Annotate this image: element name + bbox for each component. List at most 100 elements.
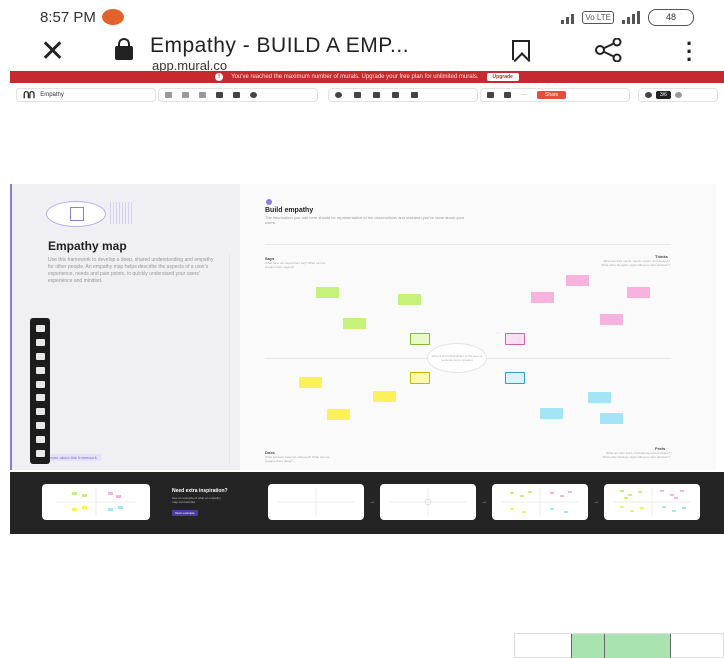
- people-icon[interactable]: [373, 92, 380, 98]
- sticky-note[interactable]: [316, 287, 339, 298]
- sticky-note[interactable]: [588, 392, 611, 403]
- sticky-note[interactable]: [343, 318, 366, 329]
- connector-icon[interactable]: [35, 380, 45, 388]
- page-title: Empathy - BUILD A EMP...: [150, 34, 410, 57]
- open-example-button[interactable]: Open example: [172, 510, 198, 516]
- warning-icon: !: [215, 73, 224, 81]
- does-desc: What behavior have we observed? What can…: [265, 455, 330, 463]
- share-group: ··· Share: [480, 88, 630, 102]
- more-icon[interactable]: · · ·: [686, 33, 693, 71]
- notification-icon: [101, 9, 124, 25]
- mural-toolbar: ՈՈ Empathy ··· Share 3/6: [10, 86, 724, 104]
- share-icon[interactable]: [594, 37, 624, 63]
- minimap-viewport[interactable]: [571, 634, 671, 658]
- minimap-divider: [604, 634, 605, 658]
- limit-banner: ! You've reached the maximum number of m…: [10, 71, 724, 83]
- strip-title: Need extra inspiration?: [172, 488, 228, 494]
- avatar[interactable]: [674, 92, 682, 98]
- empathy-illustration: [46, 201, 106, 227]
- sticky-note[interactable]: [327, 409, 350, 420]
- panel-title: Empathy map: [48, 239, 127, 253]
- overflow-icon[interactable]: ···: [521, 92, 527, 98]
- panel-body: Use this framework to develop a deep, sh…: [48, 257, 214, 284]
- sticky-note-icon[interactable]: [35, 325, 45, 333]
- share-button[interactable]: Share: [537, 91, 567, 99]
- image-icon[interactable]: [35, 394, 45, 402]
- timer-tool-icon[interactable]: [335, 92, 342, 98]
- shapes-icon[interactable]: [35, 352, 45, 360]
- timer-icon[interactable]: [216, 92, 223, 98]
- browser-header: ✕ Empathy - BUILD A EMP... app.mural.co …: [0, 33, 724, 74]
- dot-pattern: [110, 202, 132, 224]
- close-icon[interactable]: ✕: [40, 37, 65, 67]
- member-count[interactable]: 3/6: [656, 91, 671, 99]
- arrow-right-icon: →: [593, 499, 599, 505]
- cursor-icon[interactable]: [392, 92, 399, 98]
- table-icon[interactable]: [35, 421, 45, 429]
- section-badge-icon: [266, 199, 272, 205]
- search-icon[interactable]: [250, 92, 257, 98]
- board-title: Build empathy: [265, 207, 314, 214]
- signal-strength-icon: [622, 10, 640, 24]
- lock-area-icon[interactable]: [411, 92, 418, 98]
- sticky-note[interactable]: [600, 413, 623, 424]
- thinks-desc: What are their wants, needs, hopes, and …: [601, 259, 670, 267]
- mural-logo-icon: ՈՈ: [23, 89, 35, 100]
- banner-message: You've reached the maximum number of mur…: [231, 74, 479, 80]
- help-icon[interactable]: [645, 92, 652, 98]
- vertical-divider: [229, 254, 230, 464]
- sticky-note[interactable]: [373, 391, 396, 402]
- step-thumbnail-1[interactable]: [268, 484, 364, 520]
- video-icon[interactable]: [35, 449, 45, 457]
- step-thumbnail-3[interactable]: [492, 484, 588, 520]
- text-icon[interactable]: [35, 339, 45, 347]
- step-thumbnail-4[interactable]: [604, 484, 700, 520]
- collab-tools-group: [328, 88, 478, 102]
- minimap[interactable]: [514, 633, 724, 658]
- status-icons: Vo LTE 48: [561, 8, 694, 26]
- status-time: 8:57 PM: [40, 9, 124, 26]
- board-subtitle: The information you add here should be r…: [265, 215, 465, 225]
- mural-name[interactable]: Empathy: [40, 92, 64, 98]
- template-strip: Need extra inspiration? See an example o…: [10, 472, 724, 534]
- sticky-note[interactable]: [531, 292, 554, 303]
- sticky-note[interactable]: [600, 314, 623, 325]
- side-toolbar: [30, 318, 50, 464]
- mural-title-group[interactable]: ՈՈ Empathy: [16, 88, 156, 102]
- add-user-icon[interactable]: [504, 92, 511, 98]
- undo-icon[interactable]: [182, 92, 189, 98]
- clock: 8:57 PM: [40, 8, 96, 26]
- strip-subtitle: See an example of what an empathy map ca…: [172, 496, 221, 504]
- sticky-note[interactable]: [398, 294, 421, 305]
- step-thumbnail-2[interactable]: [380, 484, 476, 520]
- persona-circle[interactable]: Write a short description of the user or…: [427, 343, 487, 373]
- frame-icon: [70, 207, 84, 221]
- outline-icon[interactable]: [487, 92, 494, 98]
- says-icon: [410, 333, 430, 345]
- sticky-note[interactable]: [627, 287, 650, 298]
- card-icon[interactable]: [35, 435, 45, 443]
- sticky-note[interactable]: [566, 275, 589, 286]
- export-icon[interactable]: [233, 92, 240, 98]
- lock-icon: [115, 38, 133, 60]
- arrow-right-icon: →: [481, 499, 487, 505]
- redo-icon[interactable]: [199, 92, 206, 98]
- frameworks-icon[interactable]: [35, 408, 45, 416]
- feels-desc: What are their fears, frustrations, and …: [602, 451, 670, 459]
- says-desc: What have we heard them say? What can we…: [265, 261, 326, 269]
- sticky-note[interactable]: [540, 408, 563, 419]
- upgrade-button[interactable]: Upgrade: [486, 73, 519, 81]
- empathy-board[interactable]: Build empathy The information you add he…: [240, 184, 716, 470]
- mobile-screen: 8:57 PM Vo LTE 48 ✕ Empathy - BUILD A EM…: [0, 0, 724, 658]
- status-bar: 8:57 PM Vo LTE 48: [0, 0, 724, 34]
- pen-icon[interactable]: [35, 366, 45, 374]
- bookmark-icon[interactable]: [512, 40, 530, 60]
- example-thumbnail[interactable]: [42, 484, 150, 520]
- volte-badge: Vo LTE: [582, 10, 614, 24]
- battery-level: 48: [665, 12, 676, 22]
- does-icon: [410, 372, 430, 384]
- chevron-down-icon[interactable]: [165, 92, 172, 98]
- edit-tools-group: [158, 88, 318, 102]
- chat-icon[interactable]: [354, 92, 361, 98]
- sticky-note[interactable]: [299, 377, 322, 388]
